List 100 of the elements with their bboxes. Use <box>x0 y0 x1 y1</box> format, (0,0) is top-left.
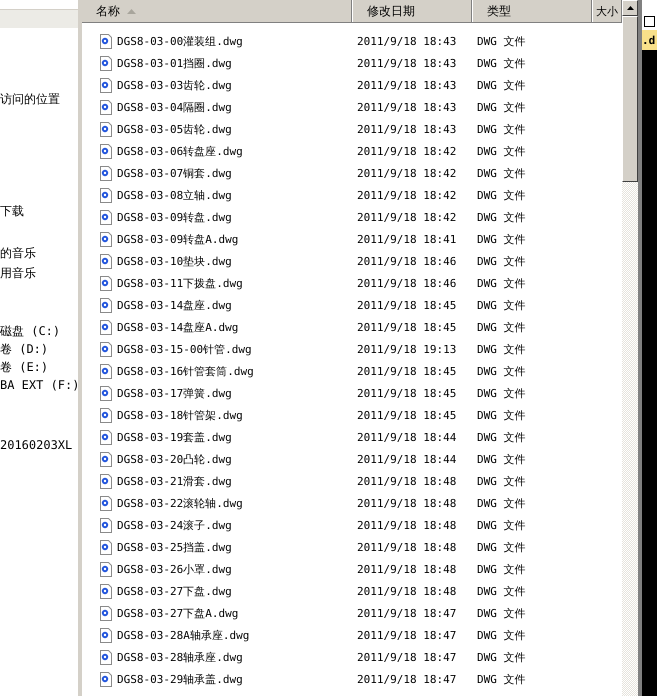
file-name[interactable]: DGS8-03-27下盘A.dwg <box>117 606 238 620</box>
column-header[interactable]: 类型 <box>472 0 592 22</box>
file-name[interactable]: DGS8-03-17弹簧.dwg <box>117 386 232 400</box>
scroll-thumb[interactable] <box>622 16 638 182</box>
file-type: DWG 文件 <box>477 232 526 246</box>
nav-item[interactable]: 访问的位置 <box>0 90 60 108</box>
checkbox[interactable] <box>644 16 655 27</box>
file-name[interactable]: DGS8-03-15-00针管.dwg <box>117 342 252 356</box>
file-name[interactable]: DGS8-03-00灌装组.dwg <box>117 34 243 48</box>
file-icon <box>100 650 112 664</box>
file-name[interactable]: DGS8-03-03齿轮.dwg <box>117 78 232 92</box>
file-name[interactable]: DGS8-03-07铜套.dwg <box>117 166 232 180</box>
modified-date: 2011/9/18 18:42 <box>357 188 456 202</box>
file-name[interactable]: DGS8-03-06转盘座.dwg <box>117 144 243 158</box>
modified-date: 2011/9/18 18:43 <box>357 100 456 114</box>
modified-date: 2011/9/18 18:45 <box>357 298 456 312</box>
file-name[interactable]: DGS8-03-09转盘A.dwg <box>117 232 238 246</box>
nav-item[interactable]: BA EXT (F:) <box>0 378 78 392</box>
file-name[interactable]: DGS8-03-28轴承座.dwg <box>117 650 243 664</box>
file-name[interactable]: DGS8-03-20凸轮.dwg <box>117 452 232 466</box>
file-name[interactable]: DGS8-03-21滑套.dwg <box>117 474 232 488</box>
file-name[interactable]: DGS8-03-22滚轮轴.dwg <box>117 496 243 510</box>
file-name[interactable]: DGS8-03-14盘座A.dwg <box>117 320 238 334</box>
scroll-up-button[interactable] <box>622 0 638 16</box>
file-name[interactable]: DGS8-03-10垫块.dwg <box>117 254 232 268</box>
file-name[interactable]: DGS8-03-04隔圈.dwg <box>117 100 232 114</box>
file-type: DWG 文件 <box>477 540 526 554</box>
file-type: DWG 文件 <box>477 342 526 356</box>
nav-item[interactable]: 的音乐 <box>0 244 36 262</box>
file-icon <box>100 298 112 312</box>
file-icon <box>100 496 112 510</box>
nav-item[interactable]: 卷 (E:) <box>0 358 48 376</box>
file-icon <box>100 474 112 488</box>
modified-date: 2011/9/18 18:45 <box>357 364 456 378</box>
file-name[interactable]: DGS8-03-24滚子.dwg <box>117 518 232 532</box>
file-name[interactable]: DGS8-03-25挡盖.dwg <box>117 540 232 554</box>
file-type: DWG 文件 <box>477 386 526 400</box>
file-type: DWG 文件 <box>477 78 526 92</box>
file-name[interactable]: DGS8-03-29轴承盖.dwg <box>117 672 243 686</box>
file-type: DWG 文件 <box>477 210 526 224</box>
file-name[interactable]: DGS8-03-09转盘.dwg <box>117 210 232 224</box>
file-name[interactable]: DGS8-03-28A轴承座.dwg <box>117 628 250 642</box>
file-icon <box>100 364 112 378</box>
modified-date: 2011/9/18 18:42 <box>357 166 456 180</box>
file-name[interactable]: DGS8-03-14盘座.dwg <box>117 298 232 312</box>
modified-date: 2011/9/18 18:45 <box>357 320 456 334</box>
modified-date: 2011/9/18 18:46 <box>357 276 456 290</box>
file-icon <box>100 518 112 532</box>
sort-ascending-icon <box>127 8 136 14</box>
column-header[interactable]: 修改日期 <box>352 0 472 22</box>
file-type: DWG 文件 <box>477 606 526 620</box>
file-type: DWG 文件 <box>477 408 526 422</box>
nav-item[interactable]: 磁盘 (C:) <box>0 322 60 340</box>
nav-item[interactable]: 卷 (D:) <box>0 340 48 358</box>
file-name[interactable]: DGS8-03-05齿轮.dwg <box>117 122 232 136</box>
modified-date: 2011/9/18 18:43 <box>357 34 456 48</box>
file-name[interactable]: DGS8-03-26小罩.dwg <box>117 562 232 576</box>
file-name[interactable]: DGS8-03-08立轴.dwg <box>117 188 232 202</box>
file-icon <box>100 562 112 576</box>
file-type: DWG 文件 <box>477 474 526 488</box>
file-type: DWG 文件 <box>477 672 526 686</box>
file-icon <box>100 166 112 180</box>
column-header[interactable]: 名称 <box>82 0 352 22</box>
file-type: DWG 文件 <box>477 430 526 444</box>
modified-date: 2011/9/18 18:46 <box>357 254 456 268</box>
modified-date: 2011/9/18 18:44 <box>357 452 456 466</box>
nav-item[interactable]: 用音乐 <box>0 264 36 282</box>
modified-date: 2011/9/18 18:41 <box>357 232 456 246</box>
file-icon <box>100 100 112 114</box>
file-name[interactable]: DGS8-03-11下拨盘.dwg <box>117 276 243 290</box>
file-name[interactable]: DGS8-03-18针管架.dwg <box>117 408 243 422</box>
file-type: DWG 文件 <box>477 628 526 642</box>
file-icon <box>100 320 112 334</box>
vertical-scrollbar[interactable] <box>622 0 638 696</box>
file-name[interactable]: DGS8-03-01挡圈.dwg <box>117 56 232 70</box>
up-arrow-icon <box>626 6 634 10</box>
file-name[interactable]: DGS8-03-27下盘.dwg <box>117 584 232 598</box>
nav-item[interactable]: 下载 <box>0 202 24 220</box>
nav-item[interactable]: 20160203XL <box>0 438 72 452</box>
modified-date: 2011/9/18 18:47 <box>357 628 456 642</box>
file-icon <box>100 122 112 136</box>
modified-date: 2011/9/18 18:43 <box>357 122 456 136</box>
file-icon <box>100 540 112 554</box>
modified-date: 2011/9/18 18:44 <box>357 430 456 444</box>
modified-date: 2011/9/18 19:13 <box>357 342 456 356</box>
file-type: DWG 文件 <box>477 34 526 48</box>
modified-date: 2011/9/18 18:48 <box>357 518 456 532</box>
file-name[interactable]: DGS8-03-19套盖.dwg <box>117 430 232 444</box>
file-type: DWG 文件 <box>477 364 526 378</box>
file-type: DWG 文件 <box>477 452 526 466</box>
modified-date: 2011/9/18 18:43 <box>357 78 456 92</box>
file-icon <box>100 430 112 444</box>
file-type: DWG 文件 <box>477 100 526 114</box>
file-icon <box>100 56 112 70</box>
file-icon <box>100 342 112 356</box>
file-name[interactable]: DGS8-03-16针管套筒.dwg <box>117 364 254 378</box>
file-type: DWG 文件 <box>477 584 526 598</box>
modified-date: 2011/9/18 18:48 <box>357 562 456 576</box>
modified-date: 2011/9/18 18:42 <box>357 210 456 224</box>
modified-date: 2011/9/18 18:48 <box>357 474 456 488</box>
